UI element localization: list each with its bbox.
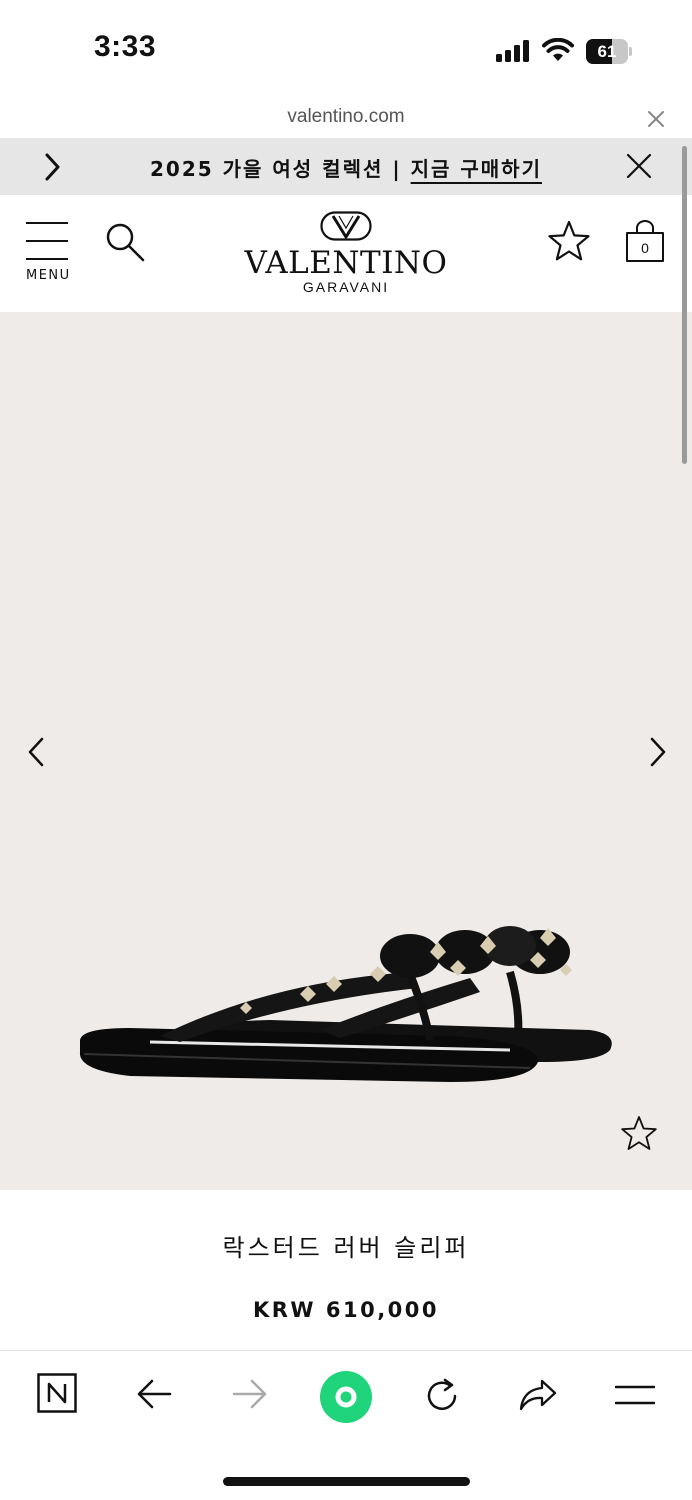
forward-arrow-icon[interactable]: [232, 1378, 268, 1410]
share-icon[interactable]: [518, 1378, 558, 1412]
logo-subtext: GARAVANI: [302, 279, 390, 295]
home-circle-icon[interactable]: [319, 1370, 373, 1424]
n-app-icon[interactable]: [37, 1373, 77, 1413]
product-name: 락스터드 러버 슬리퍼: [222, 1234, 470, 1262]
cellular-signal-icon: [496, 40, 529, 62]
close-icon[interactable]: [646, 109, 666, 129]
promo-banner[interactable]: 2025 가을 여성 컬렉션 | 지금 구매하기: [0, 138, 692, 195]
battery-level: 61: [597, 42, 617, 61]
url-text[interactable]: valentino.com: [0, 106, 692, 128]
browser-toolbar: [0, 1350, 692, 1500]
menu-lines-icon[interactable]: [615, 1384, 655, 1406]
close-icon[interactable]: [626, 153, 652, 179]
valentino-v-logo-icon[interactable]: [320, 211, 372, 241]
status-bar: 3:33 61: [0, 0, 692, 100]
browser-url-bar[interactable]: valentino.com: [0, 100, 692, 138]
chevron-right-icon[interactable]: [648, 736, 668, 768]
wifi-icon: [542, 38, 574, 61]
star-icon[interactable]: [620, 1115, 658, 1151]
back-arrow-icon[interactable]: [136, 1378, 172, 1410]
reload-icon[interactable]: [423, 1377, 461, 1415]
bag-count: 0: [641, 240, 649, 256]
promo-label: 2025 가을 여성 컬렉션 |: [150, 157, 402, 181]
promo-link[interactable]: 지금 구매하기: [411, 157, 542, 181]
status-time: 3:33: [94, 30, 157, 63]
star-icon[interactable]: [547, 220, 591, 262]
shopping-bag-button[interactable]: 0: [624, 220, 666, 264]
battery-icon: 61: [586, 39, 632, 64]
chevron-left-icon[interactable]: [26, 736, 46, 768]
product-photo: [79, 926, 612, 1082]
home-indicator[interactable]: [223, 1477, 470, 1486]
page-scrollbar[interactable]: [682, 146, 687, 464]
product-price: KRW 610,000: [252, 1298, 440, 1322]
product-image-carousel[interactable]: [0, 312, 692, 1190]
promo-text: 2025 가을 여성 컬렉션 | 지금 구매하기: [0, 153, 692, 182]
